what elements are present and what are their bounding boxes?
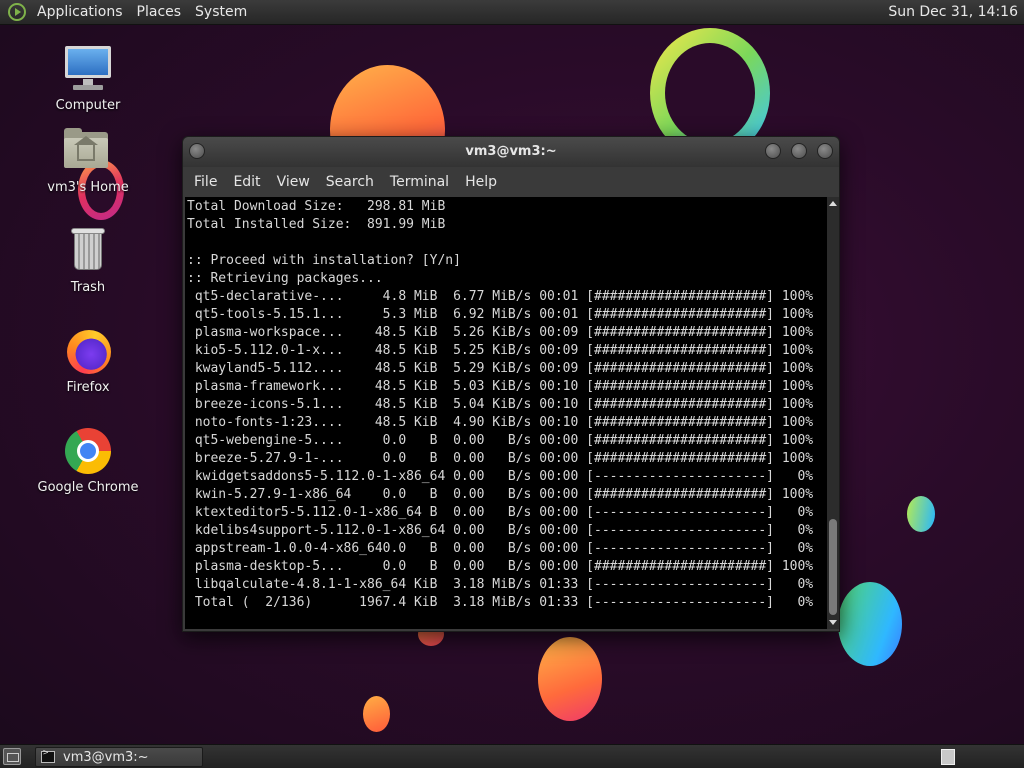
firefox-icon [63,326,113,376]
terminal-line: breeze-icons-5.1... 48.5 KiB 5.04 KiB/s … [187,397,814,412]
menu-view[interactable]: View [269,174,318,190]
panel-clock[interactable]: Sun Dec 31, 14:16 [888,4,1024,20]
terminal-scrollbar[interactable] [827,197,839,629]
menu-search[interactable]: Search [318,174,382,190]
scroll-down-arrow-icon[interactable] [829,620,837,625]
menu-help[interactable]: Help [457,174,505,190]
workspace-switcher-icon[interactable] [941,749,955,765]
terminal-line: kwin-5.27.9-1-x86_64 0.0 B 0.00 B/s 00:0… [187,487,814,502]
wallpaper-green-blob [838,582,902,666]
terminal-line: breeze-5.27.9-1-... 0.0 B 0.00 B/s 00:00… [187,451,814,466]
menu-edit[interactable]: Edit [225,174,268,190]
terminal-line: Total ( 2/136) 1967.4 KiB 3.18 MiB/s 01:… [187,595,814,610]
wallpaper-orange-tiny-blob [363,696,390,732]
terminal-line: kdelibs4support-5.112.0-1-x86_64 0.00 B/… [187,523,814,538]
chrome-icon [63,426,113,476]
terminal-line: qt5-declarative-... 4.8 MiB 6.77 MiB/s 0… [187,289,814,304]
desktop-icon-label: vm3's Home [47,180,129,195]
terminal-output[interactable]: Total Download Size: 298.81 MiB Total Ins… [185,197,827,629]
system-menu[interactable]: System [188,4,254,20]
window-titlebar[interactable]: vm3@vm3:~ [183,137,839,167]
window-title: vm3@vm3:~ [465,144,557,159]
wallpaper-orange-bottom-blob [538,637,602,721]
terminal-icon [41,748,55,763]
terminal-line: plasma-desktop-5... 0.0 B 0.00 B/s 00:00… [187,559,814,574]
top-panel: Applications Places System Sun Dec 31, 1… [0,0,1024,25]
terminal-line: kwayland5-5.112.... 48.5 KiB 5.29 KiB/s … [187,361,814,376]
terminal-line: libqalculate-4.8.1-1-x86_64 KiB 3.18 MiB… [187,577,814,592]
desktop-icon-label: Trash [70,280,106,295]
menu-file[interactable]: File [186,174,225,190]
applications-menu[interactable]: Applications [30,4,130,20]
bottom-panel: vm3@vm3:~ [0,744,1024,768]
desktop-icon-firefox[interactable]: Firefox [28,326,148,395]
desktop-icon-trash[interactable]: Trash [28,226,148,295]
desktop-icon-home[interactable]: vm3's Home [28,126,148,195]
places-menu[interactable]: Places [130,4,189,20]
minimize-button[interactable] [765,143,781,159]
home-folder-icon [63,126,113,176]
terminal-line: noto-fonts-1:23.... 48.5 KiB 4.90 KiB/s … [187,415,814,430]
trash-icon [63,226,113,276]
wallpaper-teal-blob [907,496,935,532]
terminal-line: qt5-webengine-5.... 0.0 B 0.00 B/s 00:00… [187,433,814,448]
taskbar-terminal-button[interactable]: vm3@vm3:~ [35,747,203,767]
terminal-line: Total Installed Size: 891.99 MiB [187,217,446,232]
terminal-line: :: Proceed with installation? [Y/n] [187,253,461,268]
show-desktop-icon[interactable] [3,748,21,765]
desktop-icon-chrome[interactable]: Google Chrome [28,426,148,495]
scroll-up-arrow-icon[interactable] [829,201,837,206]
terminal-line: ktexteditor5-5.112.0-1-x86_64 B 0.00 B/s… [187,505,814,520]
terminal-line: appstream-1.0.0-4-x86_640.0 B 0.00 B/s 0… [187,541,814,556]
terminal-line: plasma-framework... 48.5 KiB 5.03 KiB/s … [187,379,814,394]
desktop-icon-label: Firefox [66,380,110,395]
scrollbar-thumb[interactable] [829,519,837,615]
menu-terminal[interactable]: Terminal [382,174,457,190]
desktop-icon-label: Google Chrome [37,480,139,495]
terminal-window: vm3@vm3:~ File Edit View Search Terminal… [182,136,840,632]
terminal-line: Total Download Size: 298.81 MiB [187,199,446,214]
terminal-line: kwidgetsaddons5-5.112.0-1-x86_64 0.00 B/… [187,469,814,484]
close-button[interactable] [817,143,833,159]
distro-logo-icon[interactable] [8,3,26,21]
terminal-line: kio5-5.112.0-1-x... 48.5 KiB 5.25 KiB/s … [187,343,814,358]
desktop-icon-label: Computer [55,98,121,113]
maximize-button[interactable] [791,143,807,159]
terminal-menubar: File Edit View Search Terminal Help [183,167,839,197]
computer-icon [63,44,113,94]
terminal-line: :: Retrieving packages... [187,271,383,286]
terminal-line: plasma-workspace... 48.5 KiB 5.26 KiB/s … [187,325,814,340]
desktop-icon-computer[interactable]: Computer [28,44,148,113]
taskbar-button-label: vm3@vm3:~ [63,749,149,765]
terminal-line: qt5-tools-5.15.1... 5.3 MiB 6.92 MiB/s 0… [187,307,814,322]
